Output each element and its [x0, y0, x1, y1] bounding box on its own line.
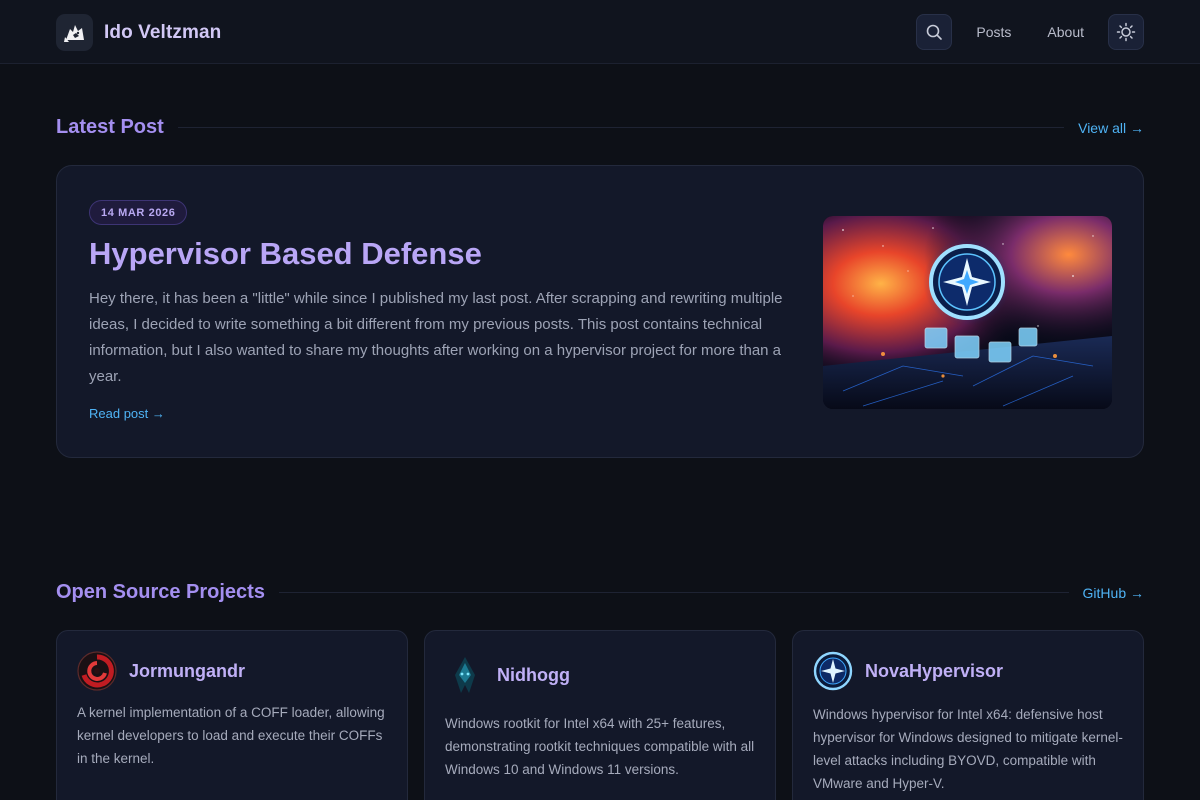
- post-title-link[interactable]: Hypervisor Based Defense: [89, 236, 482, 272]
- search-icon: [927, 24, 943, 40]
- brand[interactable]: Ido Veltzman: [56, 14, 221, 51]
- latest-post-header: Latest Post View all →: [56, 116, 1144, 139]
- nav-posts-link[interactable]: Posts: [976, 24, 1011, 40]
- nav-about-link[interactable]: About: [1047, 24, 1084, 40]
- wolf-icon: [63, 24, 84, 42]
- read-post-link[interactable]: Read post →: [89, 406, 165, 421]
- compass-star-logo-icon: [813, 651, 853, 691]
- serpent-logo-icon: [77, 651, 117, 691]
- dragon-logo-icon: [445, 655, 485, 695]
- latest-post-card[interactable]: 14 MAR 2026 Hypervisor Based Defense Hey…: [56, 165, 1144, 458]
- project-header: Jormungandr: [77, 651, 245, 691]
- projects-section-title: Open Source Projects: [56, 581, 265, 603]
- latest-post-title: Latest Post: [56, 116, 164, 138]
- divider: [177, 127, 1065, 128]
- sun-icon: [1116, 22, 1136, 42]
- theme-toggle-button[interactable]: [1108, 14, 1144, 50]
- project-description: A kernel implementation of a COFF loader…: [77, 705, 385, 766]
- view-all-link[interactable]: View all →: [1078, 120, 1144, 136]
- site-title[interactable]: Ido Veltzman: [104, 22, 221, 44]
- project-name-link[interactable]: Nidhogg: [497, 665, 570, 686]
- project-header: Nidhogg: [445, 655, 570, 695]
- divider: [278, 592, 1069, 593]
- project-card-jormungandr[interactable]: Jormungandr A kernel implementation of a…: [56, 630, 408, 800]
- site-header: Ido Veltzman Posts About: [0, 0, 1200, 64]
- project-description: Windows rootkit for Intel x64 with 25+ f…: [445, 716, 755, 777]
- project-card-novahypervisor[interactable]: NovaHypervisor Windows hypervisor for In…: [792, 630, 1144, 800]
- github-link[interactable]: GitHub →: [1083, 585, 1144, 601]
- main-nav: Posts About: [916, 14, 1144, 50]
- post-date-badge: 14 MAR 2026: [89, 200, 188, 225]
- project-description: Windows hypervisor for Intel x64: defens…: [813, 707, 1123, 791]
- site-logo[interactable]: [56, 14, 93, 51]
- project-name-link[interactable]: Jormungandr: [129, 661, 245, 682]
- post-cover-image[interactable]: [823, 216, 1112, 409]
- projects-header: Open Source Projects GitHub →: [56, 581, 1144, 604]
- search-button[interactable]: [916, 14, 953, 50]
- project-card-nidhogg[interactable]: Nidhogg Windows rootkit for Intel x64 wi…: [424, 630, 776, 800]
- post-excerpt: Hey there, it has been a "little" while …: [89, 290, 783, 385]
- project-header: NovaHypervisor: [813, 651, 1003, 691]
- hypervisor-shield-illustration: [823, 216, 1112, 409]
- project-name-link[interactable]: NovaHypervisor: [865, 661, 1003, 682]
